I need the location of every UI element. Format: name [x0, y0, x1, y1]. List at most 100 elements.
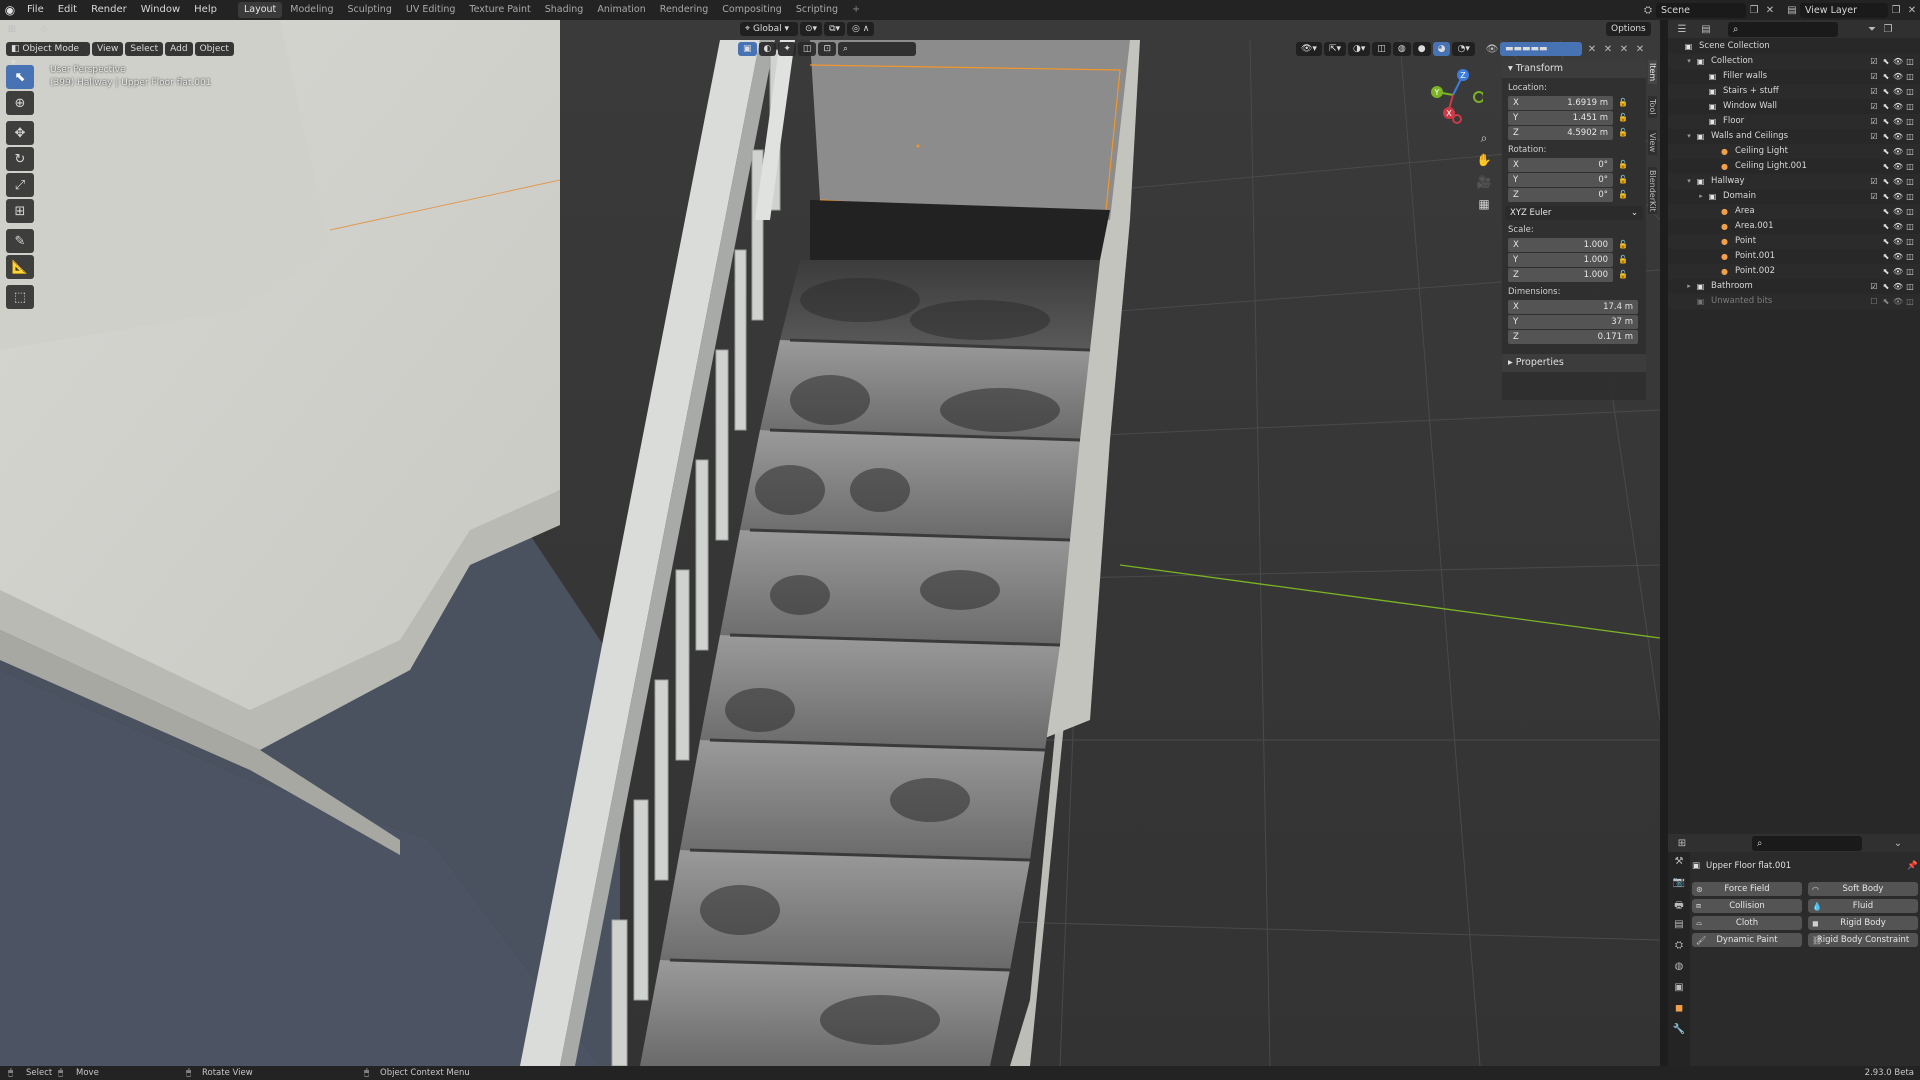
snap-toggle[interactable]: ⧉▾ [824, 22, 846, 36]
eye-icon[interactable]: 👁 [1892, 84, 1904, 99]
eye-icon[interactable]: 👁 [1892, 204, 1904, 219]
menu-add[interactable]: Add [165, 42, 193, 56]
select-arrow-icon[interactable]: ⬉ [1880, 69, 1892, 84]
rigid-body-constraint-button[interactable]: ⛓ Rigid Body Constraint [1808, 933, 1918, 947]
select-arrow-icon[interactable]: ⬉ [1880, 234, 1892, 249]
twisty[interactable]: ▸ [1696, 189, 1706, 204]
transform-panel-header[interactable]: ▾ Transform [1502, 60, 1646, 78]
location-x-field[interactable]: X 1.6919 m [1508, 95, 1613, 110]
eye-icon[interactable]: 👁 [1892, 234, 1904, 249]
scene-name-field[interactable]: Scene [1656, 2, 1746, 18]
collection-tab-icon[interactable]: ▣ [1674, 982, 1683, 1003]
select-arrow-icon[interactable]: ⬉ [1880, 159, 1892, 174]
outliner-row-point-002[interactable]: ● Point.002 ⬉ 👁 ◫ [1668, 264, 1920, 279]
eye-icon[interactable]: 👁 [1892, 264, 1904, 279]
pivot-dropdown[interactable]: ⊙▾ [800, 22, 823, 36]
twisty[interactable]: ▾ [1684, 129, 1694, 144]
select-arrow-icon[interactable]: ⬉ [1880, 54, 1892, 69]
properties-panel-header[interactable]: ▸ Properties [1502, 354, 1646, 372]
perspective-grid-icon[interactable]: ▦ [1474, 194, 1494, 214]
select-arrow-icon[interactable]: ⬉ [1880, 189, 1892, 204]
select-arrow-icon[interactable]: ⬉ [1880, 114, 1892, 129]
select-arrow-icon[interactable]: ⬉ [1880, 294, 1892, 309]
eye-icon[interactable]: 👁 [1892, 114, 1904, 129]
transform-tool-icon[interactable]: ⊞ [6, 199, 34, 223]
select-arrow-icon[interactable]: ⬉ [1880, 264, 1892, 279]
outliner-row-point-001[interactable]: ● Point.001 ⬉ 👁 ◫ [1668, 249, 1920, 264]
checkbox-icon[interactable]: ☑ [1868, 99, 1880, 114]
select-arrow-icon[interactable]: ⬉ [1880, 249, 1892, 264]
tab-scripting[interactable]: Scripting [790, 2, 844, 18]
outliner-row-unwanted-bits[interactable]: ▣ Unwanted bits ☐ ⬉ 👁 ◫ [1668, 294, 1920, 309]
navigation-gizmo[interactable]: Z Y X [1423, 65, 1483, 125]
checkbox-icon[interactable]: ☑ [1868, 174, 1880, 189]
tab-uv-editing[interactable]: UV Editing [400, 2, 462, 18]
view-layer-icon[interactable]: ▤ [1784, 3, 1800, 18]
select-arrow-icon[interactable]: ⬉ [1880, 99, 1892, 114]
location-z-field[interactable]: Z 4.5902 m [1508, 125, 1613, 140]
scale-x-field[interactable]: X 1.000 [1508, 237, 1613, 252]
filter-icon[interactable]: ⏷ [1864, 22, 1880, 37]
rigid-body-button[interactable]: ◼ Rigid Body [1808, 916, 1918, 930]
move-tool-icon[interactable]: ✥ [6, 121, 34, 145]
select-arrow-icon[interactable]: ⬉ [1880, 279, 1892, 294]
select-arrow-icon[interactable]: ⬉ [1880, 204, 1892, 219]
outliner-row-point[interactable]: ● Point ⬉ 👁 ◫ [1668, 234, 1920, 249]
dynamic-paint-button[interactable]: 🖌 Dynamic Paint [1692, 933, 1802, 947]
eye-icon[interactable]: 👁 [1892, 219, 1904, 234]
close-x-icon[interactable]: ✕ [1584, 42, 1600, 57]
properties-editor-type-icon[interactable]: ⊞ [1674, 836, 1690, 851]
tab-texture-paint[interactable]: Texture Paint [463, 2, 536, 18]
camera-icon[interactable]: ◫ [1904, 54, 1916, 69]
eye-icon[interactable]: 👁 [1892, 189, 1904, 204]
annotate-tool-icon[interactable]: ✎ [6, 229, 34, 253]
xray-toggle-icon[interactable]: ◫ [1372, 42, 1391, 56]
camera-icon[interactable]: ◫ [1904, 279, 1916, 294]
outliner-row-domain[interactable]: ▸ ▣ Domain ☑ ⬉ 👁 ◫ [1668, 189, 1920, 204]
twisty[interactable]: ▾ [1684, 174, 1694, 189]
twisty[interactable]: ▸ [1684, 279, 1694, 294]
tab-modeling[interactable]: Modeling [284, 2, 339, 18]
force-field-button[interactable]: ⊛ Force Field [1692, 882, 1802, 896]
camera-icon[interactable]: ◫ [1904, 189, 1916, 204]
eye-icon[interactable]: 👁 [1892, 294, 1904, 309]
close-x3-icon[interactable]: ✕ [1616, 42, 1632, 57]
scale-z-field[interactable]: Z 1.000 [1508, 267, 1613, 282]
checkbox-icon[interactable]: ☑ [1868, 189, 1880, 204]
camera-icon[interactable]: ◫ [1904, 234, 1916, 249]
sphere-filter-icon[interactable]: ◐ [758, 42, 777, 56]
gizmo-neg-y-axis[interactable] [1473, 91, 1483, 103]
tab-blenderkit[interactable]: BlenderKit [1648, 166, 1657, 215]
camera-icon[interactable]: ◫ [1904, 264, 1916, 279]
view-layer-tab-icon[interactable]: ▤ [1674, 919, 1683, 940]
menu-object[interactable]: Object [194, 42, 234, 56]
gizmo-neg-x-axis[interactable] [1452, 114, 1462, 124]
transform-pivot-icon[interactable]: ⊹ [36, 22, 52, 37]
tab-item[interactable]: Item [1648, 60, 1657, 85]
lock-icon[interactable]: 🔓 [1613, 160, 1633, 169]
menu-help[interactable]: Help [187, 0, 224, 20]
scene-icon[interactable]: ⛭ [1640, 3, 1656, 18]
measure-tool-icon[interactable]: 📐 [6, 255, 34, 279]
fluid-button[interactable]: 💧 Fluid [1808, 899, 1918, 913]
lock-icon[interactable]: 🔓 [1613, 98, 1633, 107]
checkbox-icon[interactable]: ☑ [1868, 114, 1880, 129]
shading-material-icon[interactable]: ◕ [1432, 42, 1451, 56]
soft-body-button[interactable]: ◠ Soft Body [1808, 882, 1918, 896]
outliner-row-bathroom[interactable]: ▸ ▣ Bathroom ☑ ⬉ 👁 ◫ [1668, 279, 1920, 294]
editor-type-icon[interactable]: ⊞ [4, 22, 20, 37]
lock-icon[interactable]: 🔓 [1613, 128, 1633, 137]
eye-icon[interactable]: 👁 [1892, 54, 1904, 69]
lock-icon[interactable]: 🔓 [1613, 113, 1633, 122]
outliner-row-area-001[interactable]: ● Area.001 ⬉ 👁 ◫ [1668, 219, 1920, 234]
properties-search-input[interactable]: ⌕ [1752, 835, 1862, 851]
tab-animation[interactable]: Animation [591, 2, 651, 18]
outliner-row-window-wall[interactable]: ▣ Window Wall ☑ ⬉ 👁 ◫ [1668, 99, 1920, 114]
outliner-row-stairs[interactable]: ▣ Stairs + stuff ☑ ⬉ 👁 ◫ [1668, 84, 1920, 99]
menu-render[interactable]: Render [84, 0, 134, 20]
camera-icon[interactable]: ◫ [1904, 84, 1916, 99]
outliner-row-ceiling-light[interactable]: ● Ceiling Light ⬉ 👁 ◫ [1668, 144, 1920, 159]
scale-tool-icon[interactable]: ⤢ [6, 173, 34, 197]
new-scene-icon[interactable]: ❐ [1746, 3, 1762, 18]
output-tab-icon[interactable]: 🖶 [1674, 898, 1683, 919]
